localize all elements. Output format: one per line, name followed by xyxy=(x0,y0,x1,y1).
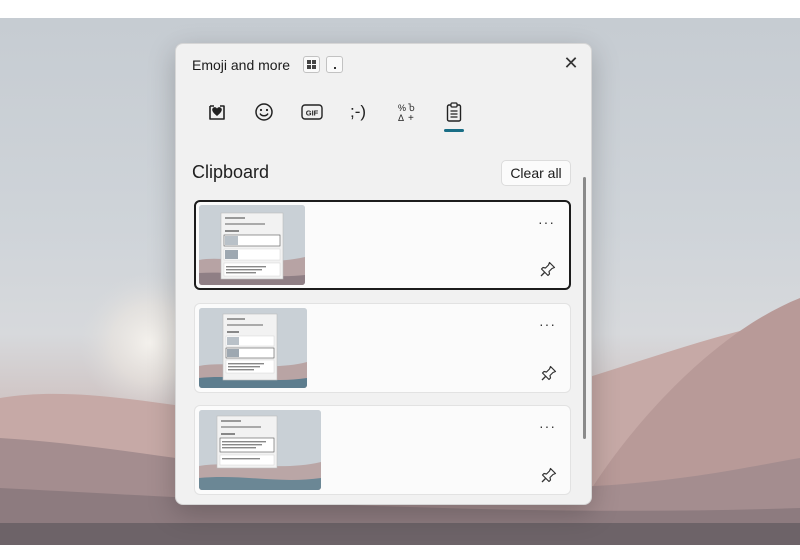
smiley-icon xyxy=(255,103,273,121)
svg-text:Ⴆ: Ⴆ xyxy=(408,103,415,113)
clear-all-button[interactable]: Clear all xyxy=(501,160,571,186)
kaomoji-icon: ;-) xyxy=(349,102,367,121)
tab-clipboard[interactable] xyxy=(438,96,470,128)
svg-text:Δ: Δ xyxy=(398,113,404,122)
windows-key-icon xyxy=(303,56,320,73)
pin-icon[interactable] xyxy=(540,466,558,484)
tab-gif[interactable]: GIF xyxy=(296,96,328,128)
gif-label: GIF xyxy=(306,109,319,118)
gif-icon: GIF xyxy=(301,104,323,120)
clipboard-icon xyxy=(446,102,462,122)
more-options-button[interactable]: ··· xyxy=(539,316,556,332)
clipboard-item[interactable]: ··· xyxy=(194,200,571,290)
scrollbar[interactable] xyxy=(583,177,586,439)
tab-kaomoji[interactable]: ;-) xyxy=(342,96,374,128)
panel-title: Emoji and more xyxy=(192,57,291,73)
more-options-button[interactable]: ··· xyxy=(539,418,556,434)
tab-emoji[interactable] xyxy=(248,96,280,128)
symbols-icon: % Ⴆ Δ + xyxy=(398,103,415,122)
close-icon: ✕ xyxy=(563,53,579,73)
close-button[interactable]: ✕ xyxy=(560,52,582,74)
clipboard-item[interactable]: ··· xyxy=(194,303,571,393)
pin-icon[interactable] xyxy=(539,260,557,278)
clipboard-item[interactable]: ··· xyxy=(194,405,571,495)
tab-favorites[interactable] xyxy=(201,96,233,128)
pin-icon[interactable] xyxy=(540,364,558,382)
clipboard-image-thumbnail xyxy=(199,308,307,388)
clipboard-image-thumbnail xyxy=(199,205,305,285)
svg-text:%: % xyxy=(398,103,406,113)
clipboard-heading: Clipboard xyxy=(192,162,270,182)
more-options-button[interactable]: ··· xyxy=(538,214,555,230)
heart-icon xyxy=(209,105,225,120)
svg-text:+: + xyxy=(408,113,414,122)
selected-tab-indicator xyxy=(444,129,464,132)
emoji-panel: Emoji and more ✕ GIF ;-) % Ⴆ Δ + Clipboa… xyxy=(175,43,592,505)
tab-symbols[interactable]: % Ⴆ Δ + xyxy=(391,96,423,128)
period-key-icon xyxy=(326,56,343,73)
clipboard-image-thumbnail xyxy=(199,410,321,490)
taskbar-edge xyxy=(0,545,800,560)
